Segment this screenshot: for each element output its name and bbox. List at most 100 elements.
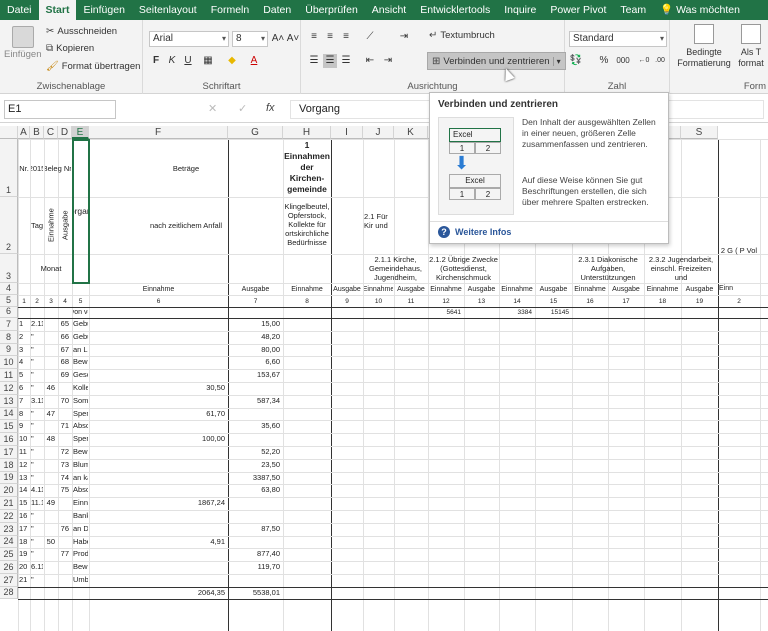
entry-beleg-einnahme[interactable] [45, 511, 57, 522]
row-header-1[interactable]: 1 [0, 139, 18, 197]
entry-nr[interactable]: 13 [19, 473, 29, 484]
column-number[interactable]: 12 [429, 296, 463, 306]
column-number[interactable]: 16 [573, 296, 607, 306]
column-header-j[interactable]: J [363, 126, 394, 139]
column-number[interactable]: 15 [536, 296, 571, 306]
row-header-26[interactable]: 26 [0, 561, 18, 574]
entry-vorgang[interactable]: Blumen [73, 460, 88, 471]
tab-entwicklertools[interactable]: Entwicklertools [413, 0, 497, 20]
column-number[interactable]: 13 [465, 296, 498, 306]
uebertraege-label[interactable]: Überträge von voriger Seite [73, 308, 88, 317]
header-vorgang[interactable]: Vorgang [73, 140, 88, 282]
entry-vorgang[interactable]: Spende für Sommerfest [73, 409, 88, 420]
column-header-a[interactable]: A [18, 126, 30, 139]
header-ausgabe[interactable]: Ausgabe [682, 284, 717, 294]
column-header-d[interactable]: D [58, 126, 72, 139]
row-header-14[interactable]: 14 [0, 407, 18, 421]
font-color-icon[interactable]: A [247, 54, 261, 68]
entry-ausgabe[interactable] [229, 511, 282, 522]
entry-nr[interactable]: 8 [19, 409, 29, 420]
header-monat[interactable]: Monat [31, 255, 71, 282]
entry-ausgabe[interactable]: 80,00 [229, 345, 282, 356]
entry-vorgang[interactable]: an kath. Pfarrkirchendienst [73, 473, 88, 484]
entry-date[interactable]: " [31, 473, 43, 484]
entry-vorgang[interactable]: an Landfahrer Spende [73, 345, 88, 356]
tab-daten[interactable]: Daten [256, 0, 298, 20]
entry-ausgabe[interactable]: 119,70 [229, 562, 282, 573]
increase-indent-icon[interactable]: ⇥ [381, 54, 395, 68]
entry-nr[interactable]: 15 [19, 498, 29, 509]
entry-nr[interactable]: 4 [19, 357, 29, 368]
row-header-8[interactable]: 8 [0, 330, 18, 344]
entry-date[interactable]: " [31, 383, 43, 394]
tab-power-pivot[interactable]: Power Pivot [543, 0, 613, 20]
entry-ausgabe[interactable]: 48,20 [229, 332, 282, 343]
entry-date[interactable]: 11.1 [31, 498, 43, 509]
entry-beleg-ausgabe[interactable] [59, 511, 71, 522]
column-header-i[interactable]: I [331, 126, 363, 139]
font-size-combo[interactable]: 8 ▾ [232, 31, 268, 47]
row-header-2[interactable]: 2 [0, 197, 18, 254]
entry-beleg-einnahme[interactable] [45, 345, 57, 356]
tab-formeln[interactable]: Formeln [204, 0, 257, 20]
entry-ausgabe[interactable]: 23,50 [229, 460, 282, 471]
entry-vorgang[interactable]: Bewirtung Gäste [73, 562, 88, 573]
grow-font-icon[interactable]: A˄ [271, 32, 285, 46]
column-header-c[interactable]: C [44, 126, 58, 139]
entry-beleg-einnahme[interactable]: 47 [45, 409, 57, 420]
entry-beleg-einnahme[interactable] [45, 421, 57, 432]
column-header-b[interactable]: B [30, 126, 44, 139]
entry-nr[interactable]: 11 [19, 447, 29, 458]
header-einnahme[interactable]: Einnahme [364, 284, 393, 294]
entry-beleg-ausgabe[interactable]: 69 [59, 370, 71, 381]
entry-beleg-ausgabe[interactable]: 73 [59, 460, 71, 471]
align-center-icon[interactable]: ☰ [323, 54, 337, 68]
row-header-13[interactable]: 13 [0, 394, 18, 408]
row-header-20[interactable]: 20 [0, 484, 18, 498]
row-header-10[interactable]: 10 [0, 356, 18, 370]
entry-nr[interactable]: 6 [19, 383, 29, 394]
column-number[interactable]: 11 [395, 296, 427, 306]
column-number[interactable]: 2 [719, 296, 759, 306]
entry-einnahme[interactable] [90, 575, 227, 586]
bold-button[interactable]: F [149, 54, 163, 68]
entry-beleg-einnahme[interactable]: 46 [45, 383, 57, 394]
entry-beleg-ausgabe[interactable]: 71 [59, 421, 71, 432]
entry-beleg-einnahme[interactable] [45, 524, 57, 535]
column-number[interactable]: 1 [19, 296, 29, 306]
tell-me-box[interactable]: 💡 Was möchten [653, 0, 747, 20]
entry-einnahme[interactable]: 30,50 [90, 383, 227, 394]
column-number[interactable]: 7 [229, 296, 282, 306]
entry-beleg-einnahme[interactable] [45, 460, 57, 471]
row-header-9[interactable]: 9 [0, 343, 18, 357]
column-number[interactable]: 18 [645, 296, 680, 306]
row-header-4[interactable]: 4 [0, 283, 18, 295]
entry-date[interactable]: " [31, 549, 43, 560]
column-number[interactable]: 4 [59, 296, 71, 306]
entry-date[interactable]: " [31, 345, 43, 356]
conditional-formatting-button[interactable]: Bedingte Formatierung [676, 24, 732, 69]
entry-date[interactable]: 4.11. [31, 485, 43, 496]
entry-nr[interactable]: 18 [19, 537, 29, 548]
header-ausgabe[interactable]: Ausgabe [332, 284, 362, 294]
tab-einfuegen[interactable]: Einfügen [76, 0, 131, 20]
header-beleg[interactable]: Beleg Nr. [45, 140, 71, 196]
tab-start[interactable]: Start [38, 0, 77, 20]
entry-beleg-einnahme[interactable]: 50 [45, 537, 57, 548]
entry-vorgang[interactable]: Umbuchung für Wechselgeld [73, 575, 88, 586]
entry-nr[interactable]: 17 [19, 524, 29, 535]
column-number[interactable]: 14 [500, 296, 534, 306]
entry-date[interactable]: " [31, 537, 43, 548]
entry-date[interactable]: " [31, 524, 43, 535]
shrink-font-icon[interactable]: A˅ [286, 32, 300, 46]
entry-einnahme[interactable]: 100,00 [90, 434, 227, 445]
row-header-15[interactable]: 15 [0, 420, 18, 434]
row-header-3[interactable]: 3 [0, 254, 18, 283]
entry-ausgabe[interactable]: 877,40 [229, 549, 282, 560]
entry-vorgang[interactable]: Geschenke für Tansania [73, 370, 88, 381]
tab-inquire[interactable]: Inquire [497, 0, 543, 20]
borders-icon[interactable]: ▦ [201, 54, 215, 68]
entry-einnahme[interactable]: 1867,24 [90, 498, 227, 509]
entry-nr[interactable]: 9 [19, 421, 29, 432]
entry-einnahme[interactable] [90, 460, 227, 471]
